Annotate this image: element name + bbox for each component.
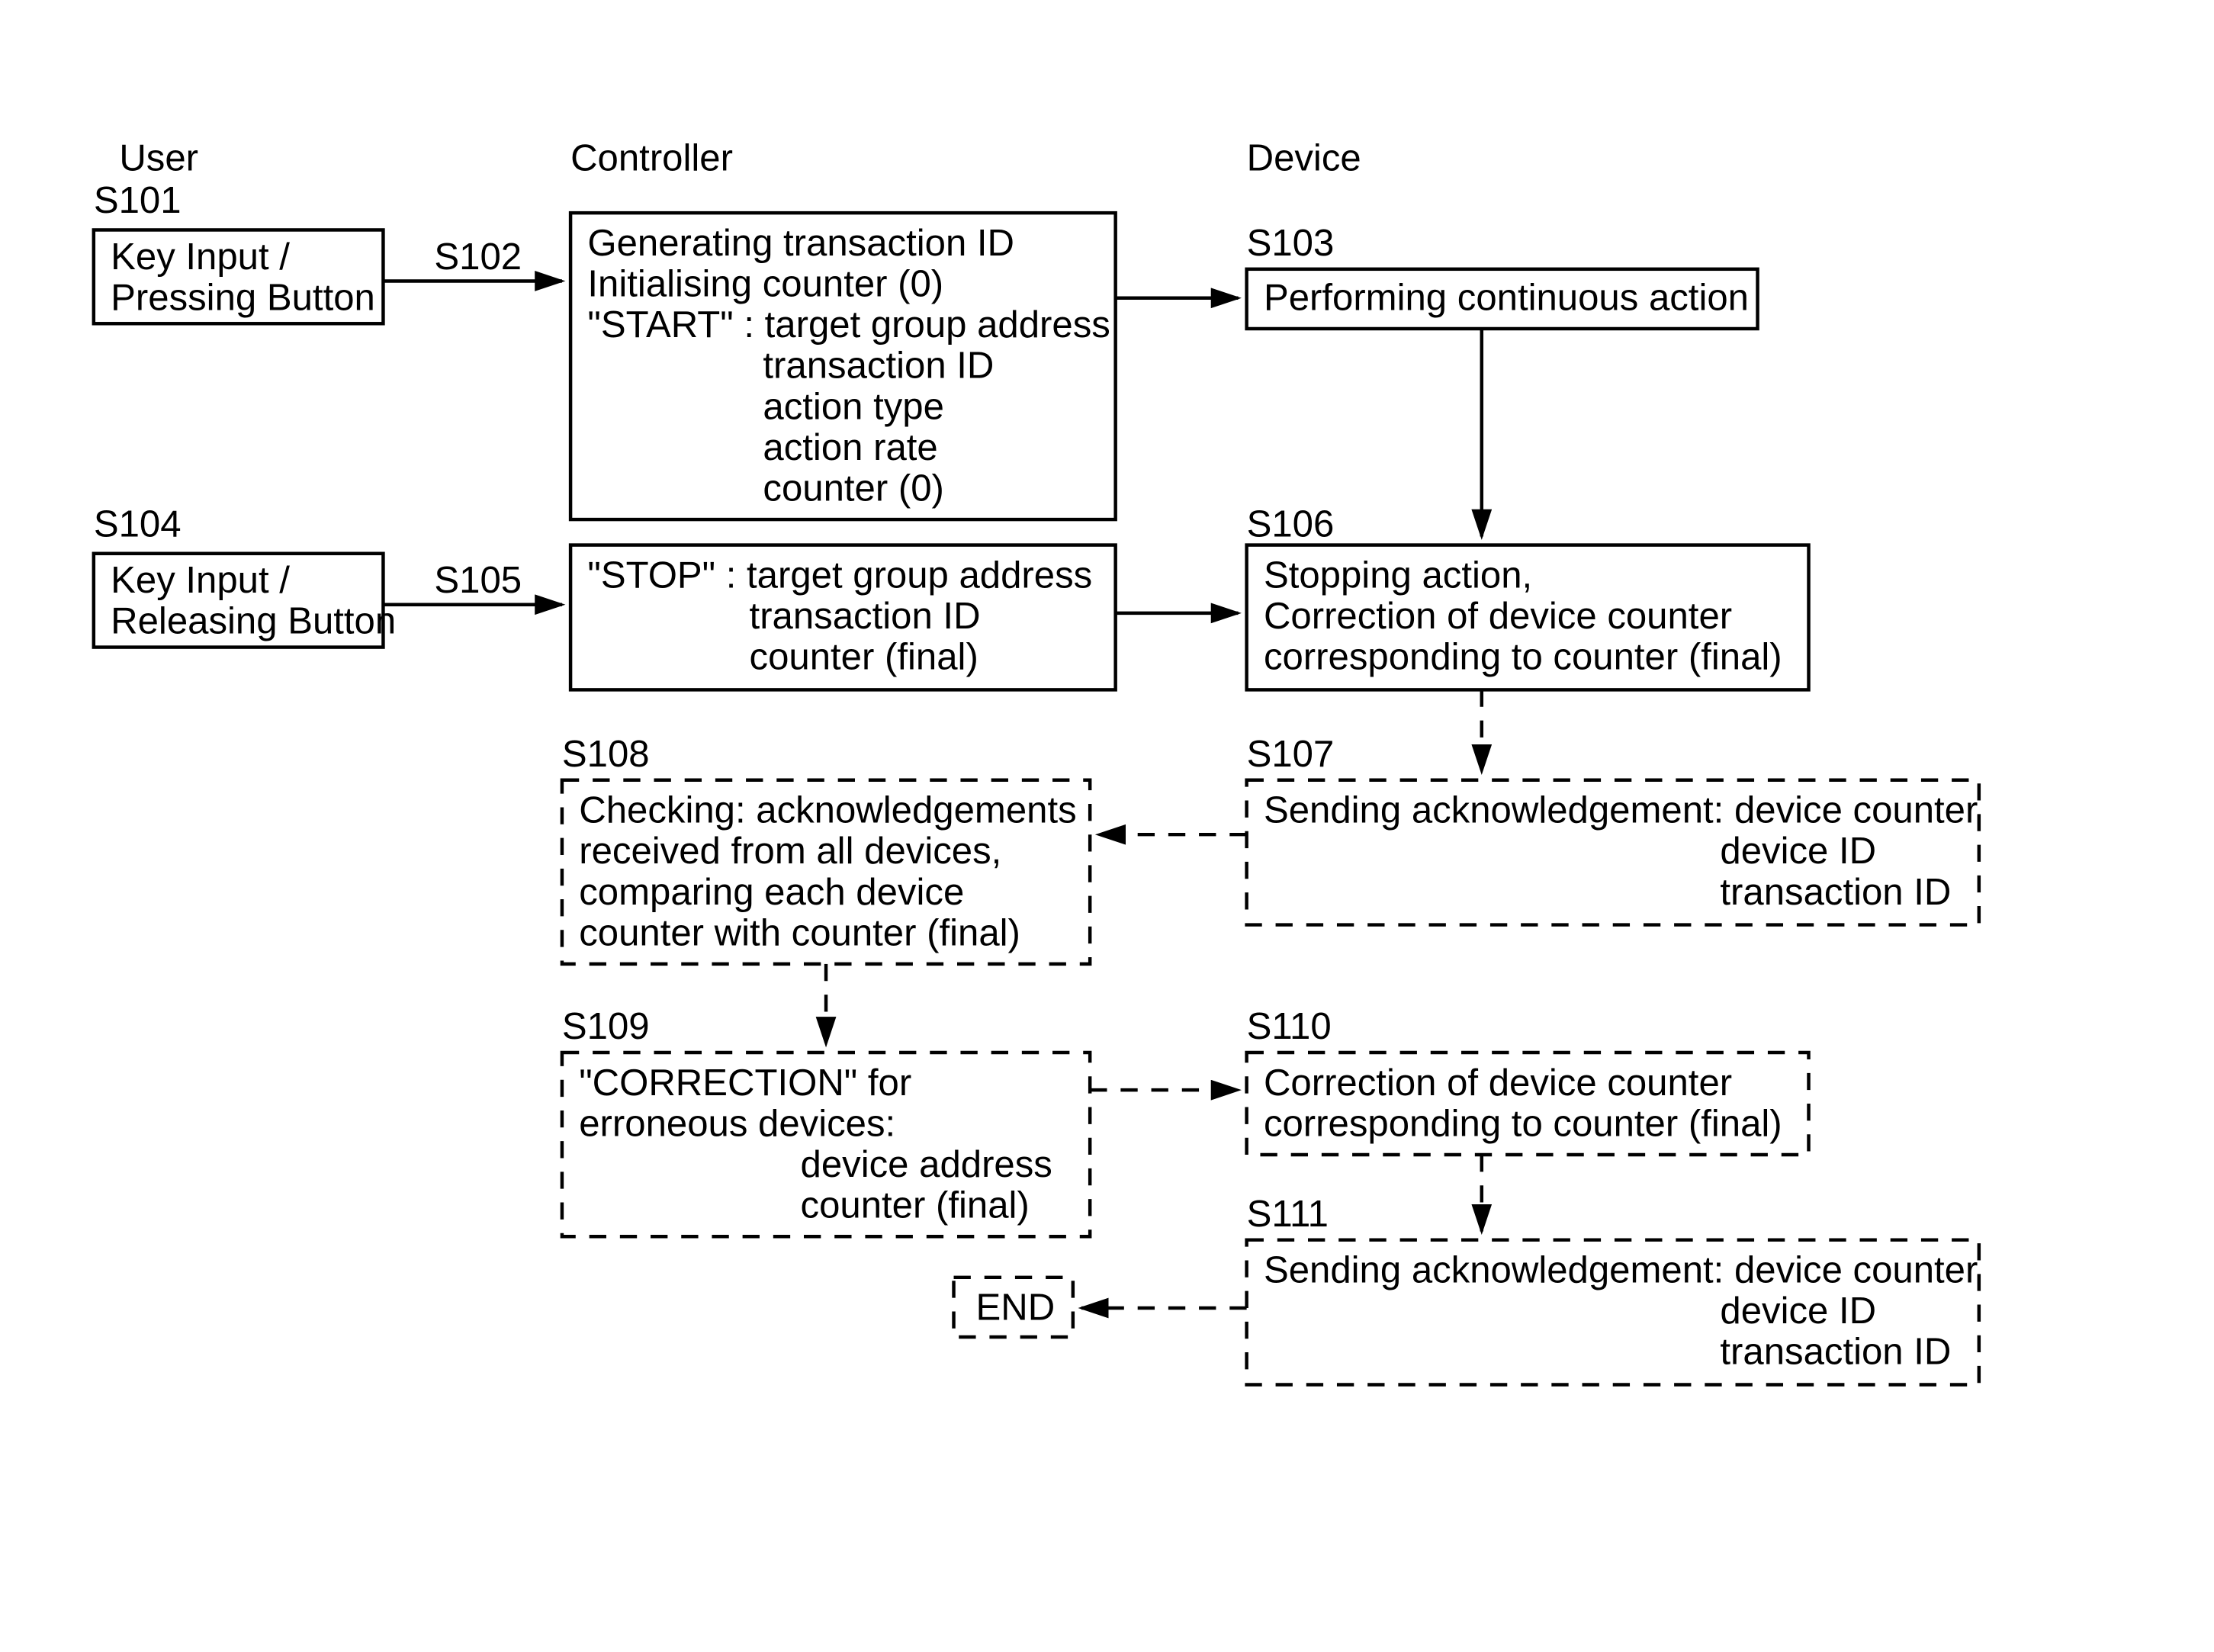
flowchart: User Controller Device S101 Key Input / … <box>0 0 2214 1652</box>
svg-text:transaction ID: transaction ID <box>763 346 994 387</box>
s103-tag: S103 <box>1247 223 1335 264</box>
svg-text:Generating transaction ID: Generating transaction ID <box>587 223 1014 264</box>
svg-text:received from all devices,: received from all devices, <box>579 831 1001 872</box>
svg-text:device address: device address <box>801 1144 1052 1185</box>
svg-text:counter (final): counter (final) <box>801 1185 1030 1226</box>
s108-tag: S108 <box>562 734 650 775</box>
svg-text:Sending acknowledgement: devic: Sending acknowledgement: device counter <box>1264 790 1978 831</box>
svg-text:counter (final): counter (final) <box>750 637 978 678</box>
svg-text:END: END <box>976 1287 1056 1329</box>
svg-text:"START" : target group address: "START" : target group address <box>587 304 1110 346</box>
svg-text:transaction ID: transaction ID <box>1720 872 1951 913</box>
svg-text:device ID: device ID <box>1720 831 1876 872</box>
svg-text:Stopping action,: Stopping action, <box>1264 554 1532 596</box>
svg-text:counter with counter (final): counter with counter (final) <box>579 912 1020 953</box>
svg-text:action rate: action rate <box>763 427 937 468</box>
svg-text:Checking: acknowledgements: Checking: acknowledgements <box>579 790 1076 831</box>
col-device: Device <box>1247 137 1361 178</box>
svg-text:Pressing Button: Pressing Button <box>111 277 375 318</box>
svg-text:action type: action type <box>763 386 944 427</box>
svg-text:Correction of device counter: Correction of device counter <box>1264 1062 1732 1104</box>
s102-tag: S102 <box>434 236 522 278</box>
svg-text:erroneous devices:: erroneous devices: <box>579 1103 895 1144</box>
s107-tag: S107 <box>1247 734 1335 775</box>
svg-text:Sending acknowledgement: devic: Sending acknowledgement: device counter <box>1264 1250 1978 1291</box>
svg-text:Performing continuous action: Performing continuous action <box>1264 277 1749 318</box>
svg-text:counter (0): counter (0) <box>763 468 943 509</box>
svg-text:corresponding to counter (fina: corresponding to counter (final) <box>1264 1103 1782 1144</box>
svg-text:"CORRECTION" for: "CORRECTION" for <box>579 1062 911 1104</box>
s105-tag: S105 <box>434 560 522 601</box>
svg-text:corresponding to counter (fina: corresponding to counter (final) <box>1264 637 1782 678</box>
svg-text:"STOP" : target group address: "STOP" : target group address <box>587 554 1092 596</box>
svg-text:device ID: device ID <box>1720 1290 1876 1332</box>
s109-tag: S109 <box>562 1006 650 1047</box>
svg-text:transaction ID: transaction ID <box>750 596 981 637</box>
svg-text:comparing each device: comparing each device <box>579 872 964 913</box>
svg-text:Initialising counter (0): Initialising counter (0) <box>587 264 943 305</box>
s104-tag: S104 <box>94 503 182 545</box>
svg-text:transaction ID: transaction ID <box>1720 1332 1951 1373</box>
svg-text:Key Input /: Key Input / <box>111 560 290 601</box>
svg-text:Releasing Button: Releasing Button <box>111 601 396 642</box>
s101-tag: S101 <box>94 180 182 221</box>
col-controller: Controller <box>570 137 733 178</box>
s111-tag: S111 <box>1247 1194 1329 1235</box>
svg-text:Key Input /: Key Input / <box>111 236 290 278</box>
s106-tag: S106 <box>1247 503 1335 545</box>
svg-text:Correction of device counter: Correction of device counter <box>1264 596 1732 637</box>
s110-tag: S110 <box>1247 1006 1332 1047</box>
col-user: User <box>119 137 198 178</box>
